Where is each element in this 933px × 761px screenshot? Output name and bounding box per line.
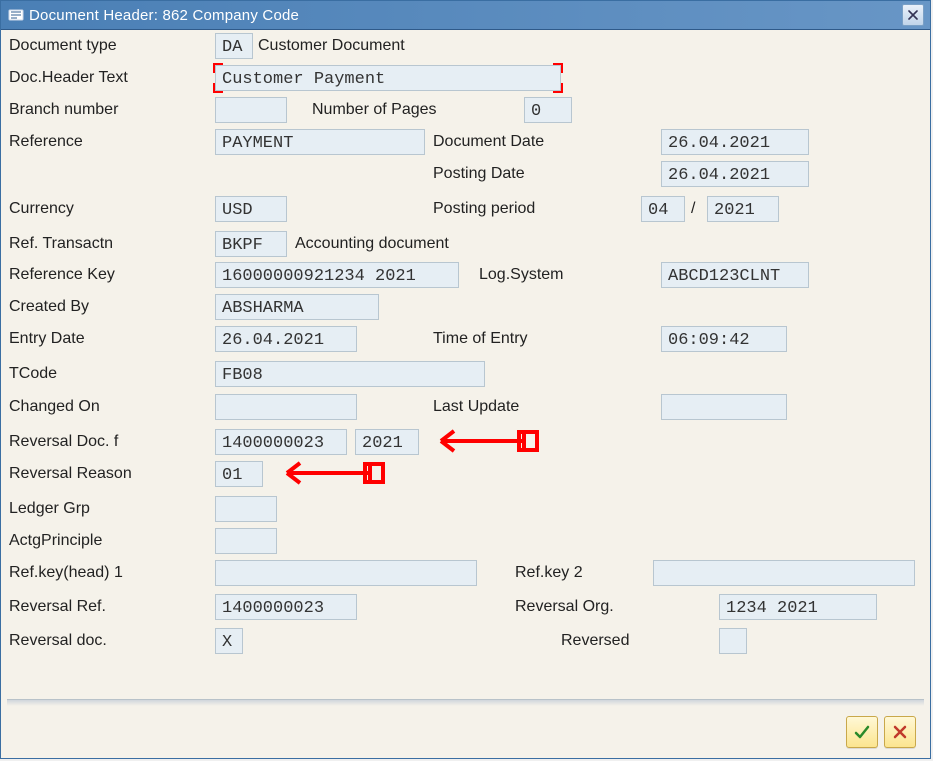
label-doc-header-text: Doc.Header Text [9, 65, 128, 91]
reversal-doc-f-year-field[interactable]: 2021 [355, 429, 419, 455]
ledger-grp-field[interactable] [215, 496, 277, 522]
close-icon [908, 10, 918, 20]
currency-field[interactable]: USD [215, 196, 287, 222]
reversal-reason-field[interactable]: 01 [215, 461, 263, 487]
annotation-arrow-1 [419, 421, 539, 464]
last-update-field[interactable] [661, 394, 787, 420]
label-reference: Reference [9, 129, 83, 155]
ref-key-2-field[interactable] [653, 560, 915, 586]
tcode-field[interactable]: FB08 [215, 361, 485, 387]
number-of-pages-field[interactable]: 0 [524, 97, 572, 123]
posting-period-sep: / [691, 196, 695, 222]
sap-logo-icon [7, 6, 25, 24]
label-document-date: Document Date [433, 129, 544, 155]
dialog-button-bar [846, 716, 916, 748]
label-ref-key-head-1: Ref.key(head) 1 [9, 560, 123, 586]
label-reversal-reason: Reversal Reason [9, 461, 132, 487]
label-reversal-doc: Reversal doc. [9, 628, 107, 654]
entry-date-field[interactable]: 26.04.2021 [215, 326, 357, 352]
label-ref-key-2: Ref.key 2 [515, 560, 583, 586]
label-tcode: TCode [9, 361, 57, 387]
label-reversed: Reversed [561, 628, 629, 654]
label-actg-principle: ActgPrinciple [9, 528, 102, 554]
document-type-desc: Customer Document [258, 33, 405, 59]
label-number-of-pages: Number of Pages [312, 97, 437, 123]
reversal-doc-f-field[interactable]: 1400000023 [215, 429, 347, 455]
dialog-window: Document Header: 862 Company Code Docume… [0, 0, 931, 759]
label-posting-period: Posting period [433, 196, 535, 222]
document-type-field[interactable]: DA [215, 33, 253, 59]
document-date-field[interactable]: 26.04.2021 [661, 129, 809, 155]
label-document-type: Document type [9, 33, 117, 59]
label-entry-date: Entry Date [9, 326, 85, 352]
ok-button[interactable] [846, 716, 878, 748]
posting-period-year-field[interactable]: 2021 [707, 196, 779, 222]
label-reversal-doc-f: Reversal Doc. f [9, 429, 118, 455]
label-time-of-entry: Time of Entry [433, 326, 528, 352]
reference-field[interactable]: PAYMENT [215, 129, 425, 155]
label-branch-number: Branch number [9, 97, 118, 123]
changed-on-field[interactable] [215, 394, 357, 420]
log-system-field[interactable]: ABCD123CLNT [661, 262, 809, 288]
label-changed-on: Changed On [9, 394, 100, 420]
reversal-org-field[interactable]: 1234 2021 [719, 594, 877, 620]
bottom-divider [7, 699, 924, 706]
label-last-update: Last Update [433, 394, 519, 420]
reversed-field[interactable] [719, 628, 747, 654]
label-reversal-org: Reversal Org. [515, 594, 614, 620]
check-icon [853, 723, 871, 741]
label-created-by: Created By [9, 294, 89, 320]
ref-transactn-desc: Accounting document [295, 231, 449, 257]
reversal-ref-field[interactable]: 1400000023 [215, 594, 357, 620]
time-of-entry-field[interactable]: 06:09:42 [661, 326, 787, 352]
title-bar: Document Header: 862 Company Code [1, 1, 930, 30]
close-button[interactable] [902, 4, 924, 26]
reference-key-field[interactable]: 16000000921234 2021 [215, 262, 459, 288]
doc-header-text-wrap: Customer Payment [215, 65, 561, 91]
label-posting-date: Posting Date [433, 161, 525, 187]
label-log-system: Log.System [479, 262, 563, 288]
annotation-arrow-2 [265, 453, 385, 496]
ref-transactn-field[interactable]: BKPF [215, 231, 287, 257]
label-ref-transactn: Ref. Transactn [9, 231, 113, 257]
form-canvas: Document type DA Customer Document Doc.H… [5, 31, 926, 700]
reversal-doc-field[interactable]: X [215, 628, 243, 654]
label-reference-key: Reference Key [9, 262, 115, 288]
window-title: Document Header: 862 Company Code [29, 7, 299, 24]
posting-period-month-field[interactable]: 04 [641, 196, 685, 222]
created-by-field[interactable]: ABSHARMA [215, 294, 379, 320]
actg-principle-field[interactable] [215, 528, 277, 554]
label-reversal-ref: Reversal Ref. [9, 594, 106, 620]
branch-number-field[interactable] [215, 97, 287, 123]
cancel-icon [892, 724, 908, 740]
ref-key-head-1-field[interactable] [215, 560, 477, 586]
posting-date-field[interactable]: 26.04.2021 [661, 161, 809, 187]
label-currency: Currency [9, 196, 74, 222]
cancel-button[interactable] [884, 716, 916, 748]
label-ledger-grp: Ledger Grp [9, 496, 90, 522]
